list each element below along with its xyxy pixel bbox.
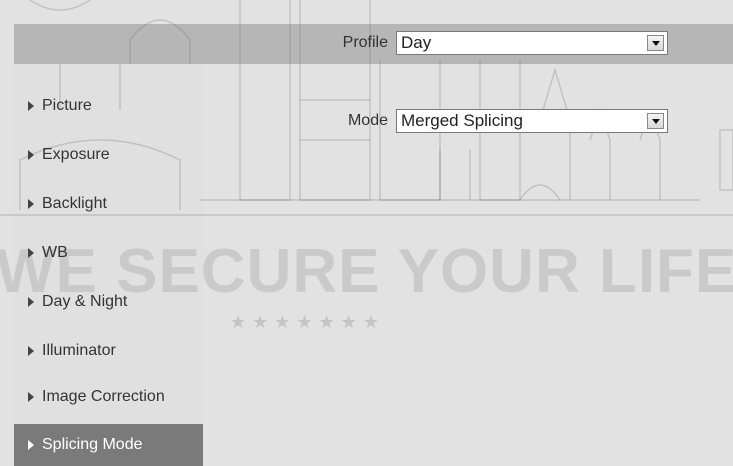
caret-right-icon — [28, 440, 34, 450]
sidebar-item-picture[interactable]: Picture — [14, 86, 203, 126]
caret-right-icon — [28, 248, 34, 258]
sidebar-item-image-correction[interactable]: Image Correction — [14, 377, 203, 417]
sidebar-item-backlight[interactable]: Backlight — [14, 184, 203, 224]
sidebar-item-day-night[interactable]: Day & Night — [14, 282, 203, 322]
profile-dropdown-button[interactable] — [647, 35, 664, 51]
caret-right-icon — [28, 150, 34, 160]
sidebar-item-label: Backlight — [42, 195, 107, 212]
caret-right-icon — [28, 297, 34, 307]
sidebar-item-exposure[interactable]: Exposure — [14, 135, 203, 175]
sidebar-item-label: Splicing Mode — [42, 436, 143, 453]
profile-select[interactable]: Day — [396, 31, 668, 55]
caret-right-icon — [28, 101, 34, 111]
sidebar-item-splicing-mode[interactable]: Splicing Mode — [14, 424, 203, 466]
caret-right-icon — [28, 346, 34, 356]
sidebar-item-illuminator[interactable]: Illuminator — [14, 331, 203, 371]
mode-label: Mode — [347, 112, 388, 129]
profile-select-value: Day — [401, 33, 432, 52]
sidebar-item-label: Illuminator — [42, 342, 116, 359]
watermark-stars: ★★★★★★★ — [230, 312, 385, 332]
sidebar-item-label: WB — [42, 244, 68, 261]
chevron-down-icon — [651, 40, 660, 46]
caret-right-icon — [28, 199, 34, 209]
sidebar-item-label: Day & Night — [42, 293, 128, 310]
mode-select[interactable]: Merged Splicing — [396, 109, 668, 133]
chevron-down-icon — [651, 118, 660, 124]
caret-right-icon — [28, 392, 34, 402]
profile-label: Profile — [342, 34, 388, 51]
mode-select-value: Merged Splicing — [401, 111, 523, 130]
sidebar-item-wb[interactable]: WB — [14, 233, 203, 273]
mode-dropdown-button[interactable] — [647, 113, 664, 129]
sidebar-item-label: Picture — [42, 97, 92, 114]
sidebar-item-label: Exposure — [42, 146, 110, 163]
sidebar-item-label: Image Correction — [42, 388, 165, 405]
